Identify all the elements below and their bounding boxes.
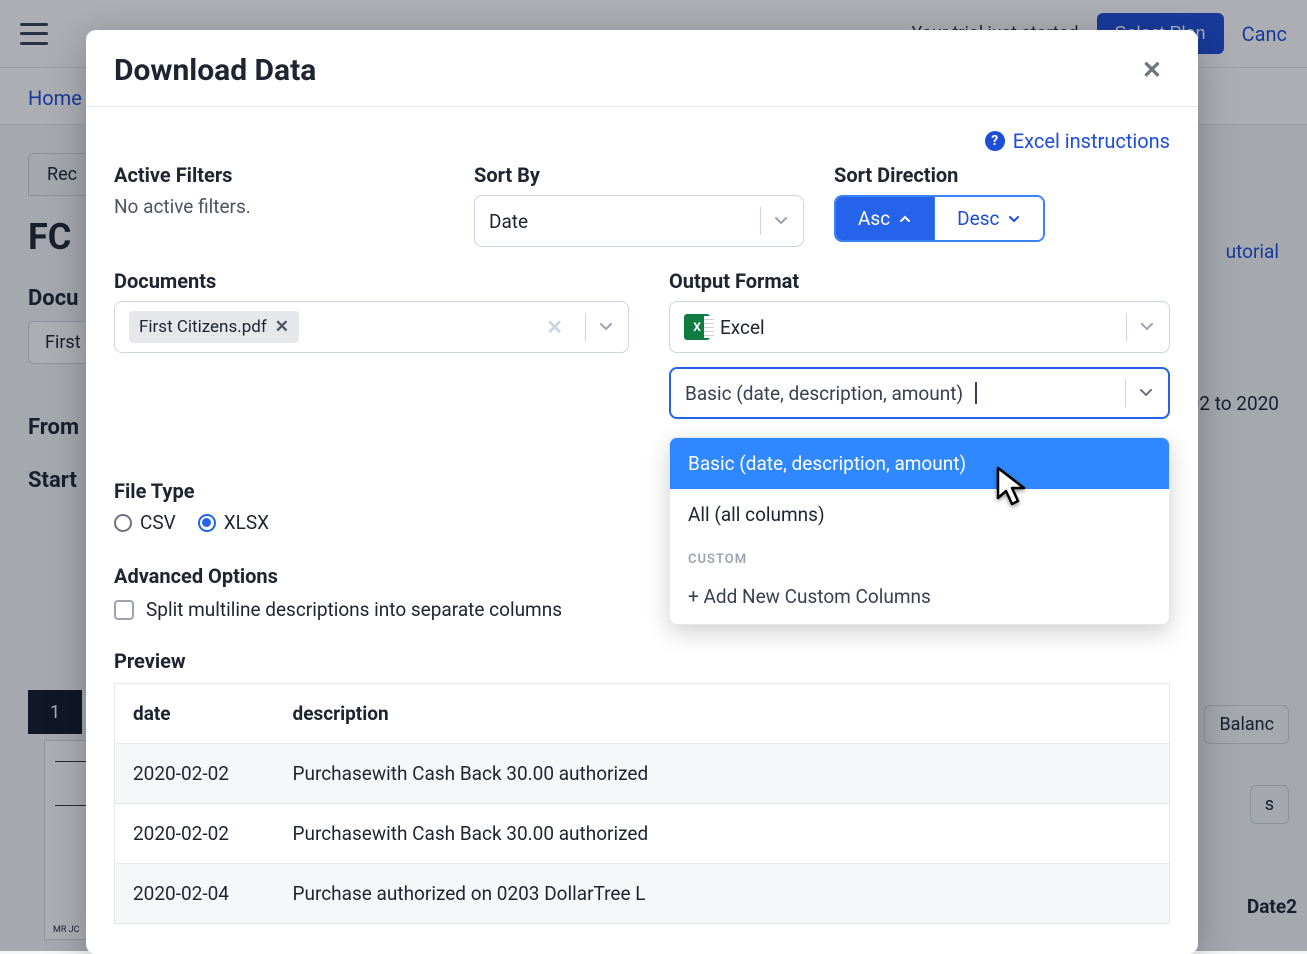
preview-header-description: description [275, 684, 1170, 744]
chevron-down-icon [1139, 319, 1155, 335]
active-filters-label: Active Filters [114, 163, 444, 187]
preview-label: Preview [114, 649, 1170, 673]
file-type-csv-radio[interactable]: CSV [114, 511, 176, 534]
file-type-xlsx-label: XLSX [224, 511, 269, 534]
document-chip: First Citizens.pdf ✕ [129, 311, 299, 343]
output-format-value: Excel [720, 316, 765, 339]
documents-select[interactable]: First Citizens.pdf ✕ ✕ [114, 301, 629, 353]
sort-desc-label: Desc [957, 207, 999, 230]
excel-instructions-link[interactable]: ? Excel instructions [985, 129, 1170, 153]
remove-chip-icon[interactable]: ✕ [275, 317, 289, 337]
modal-title: Download Data [114, 53, 316, 88]
document-chip-label: First Citizens.pdf [139, 317, 267, 337]
output-format-label: Output Format [669, 269, 1170, 293]
chevron-down-icon [598, 319, 614, 335]
column-preset-dropdown: Basic (date, description, amount) All (a… [669, 437, 1170, 625]
cell-description: Purchase authorized on 0203 DollarTree L [275, 864, 1170, 924]
table-row: 2020-02-04 Purchase authorized on 0203 D… [115, 864, 1170, 924]
preview-header-date: date [115, 684, 275, 744]
output-format-select[interactable]: X Excel [669, 301, 1170, 353]
table-row: 2020-02-02 Purchasewith Cash Back 30.00 … [115, 744, 1170, 804]
sort-by-value: Date [489, 210, 748, 233]
radio-unchecked-icon [114, 514, 132, 532]
sort-asc-button[interactable]: Asc [836, 197, 935, 240]
radio-checked-icon [198, 514, 216, 532]
preview-table: date description 2020-02-02 Purchasewith… [114, 683, 1170, 924]
split-multiline-label: Split multiline descriptions into separa… [146, 598, 562, 621]
sort-asc-label: Asc [858, 207, 890, 230]
chevron-up-icon [898, 212, 912, 226]
cursor-icon [996, 466, 1032, 508]
sort-by-select[interactable]: Date [474, 195, 804, 247]
dropdown-add-custom[interactable]: + Add New Custom Columns [670, 573, 1169, 624]
sort-desc-button[interactable]: Desc [935, 197, 1043, 240]
cell-description: Purchasewith Cash Back 30.00 authorized [275, 804, 1170, 864]
table-row: 2020-02-02 Purchasewith Cash Back 30.00 … [115, 804, 1170, 864]
active-filters-text: No active filters. [114, 195, 251, 218]
documents-label: Documents [114, 269, 629, 293]
file-type-xlsx-radio[interactable]: XLSX [198, 511, 269, 534]
cell-date: 2020-02-02 [115, 804, 275, 864]
excel-icon: X [684, 314, 710, 340]
help-icon: ? [985, 131, 1005, 151]
column-preset-value: Basic (date, description, amount) [685, 382, 963, 405]
cell-date: 2020-02-04 [115, 864, 275, 924]
clear-icon[interactable]: ✕ [536, 315, 573, 339]
dropdown-option-basic[interactable]: Basic (date, description, amount) [670, 438, 1169, 489]
chevron-down-icon [1007, 212, 1021, 226]
chevron-down-icon [773, 213, 789, 229]
column-preset-select[interactable]: Basic (date, description, amount) [669, 367, 1170, 419]
close-icon[interactable]: ✕ [1134, 52, 1170, 88]
cell-description: Purchasewith Cash Back 30.00 authorized [275, 744, 1170, 804]
file-type-csv-label: CSV [140, 511, 176, 534]
chevron-down-icon [1138, 385, 1154, 401]
sort-direction-label: Sort Direction [834, 163, 1170, 187]
sort-by-label: Sort By [474, 163, 804, 187]
sort-direction-group: Asc Desc [834, 195, 1045, 242]
dropdown-group-custom: CUSTOM [670, 540, 1169, 573]
split-multiline-checkbox[interactable] [114, 600, 134, 620]
help-link-label: Excel instructions [1013, 129, 1170, 153]
dropdown-option-all[interactable]: All (all columns) [670, 489, 1169, 540]
cell-date: 2020-02-02 [115, 744, 275, 804]
